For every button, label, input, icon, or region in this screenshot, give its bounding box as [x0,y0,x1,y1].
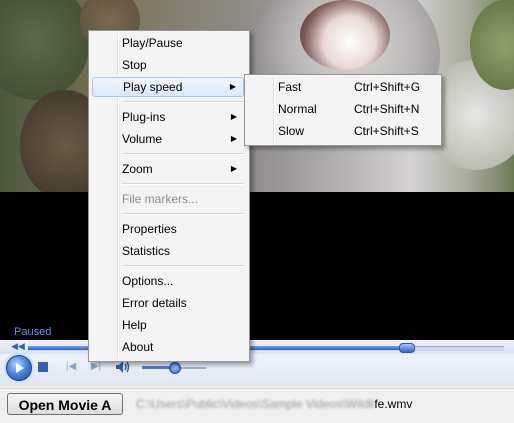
menu-item-shortcut: Ctrl+Shift+G [354,80,421,94]
menu-item-label: Statistics [122,244,171,258]
menu-item-label: Zoom [122,162,153,176]
volume-slider-thumb[interactable] [169,362,181,374]
seek-slider-thumb[interactable] [399,343,415,353]
previous-button[interactable]: |◀ [64,359,78,373]
menu-item-plug-ins[interactable]: Plug-ins ▶ [92,107,244,127]
file-path-label: C:\Users\Public\Videos\Sample Videos\Wil… [136,397,412,411]
menu-item-normal[interactable]: Normal Ctrl+Shift+N [248,99,436,119]
menu-separator [122,213,244,215]
menu-item-label: Play/Pause [122,36,183,50]
play-icon [16,363,24,373]
menu-item-label: Stop [122,58,147,72]
menu-item-label: Error details [122,296,187,310]
menu-item-play-pause[interactable]: Play/Pause [92,33,244,53]
menu-item-label: Normal [278,102,317,116]
seek-start-icon: ◀◀ [11,341,25,351]
menu-item-shortcut: Ctrl+Shift+N [354,102,420,116]
speaker-icon [116,361,130,373]
context-menu: Play/Pause Stop Play speed ▶ Plug-ins ▶ Vo… [88,30,250,362]
menu-item-label: About [122,340,154,354]
submenu-arrow-icon: ▶ [230,134,237,143]
file-path-end: fe.wmv [374,397,413,411]
menu-item-error-details[interactable]: Error details [92,293,244,313]
video-letterbox [0,192,514,340]
play-speed-submenu: Fast Ctrl+Shift+G Normal Ctrl+Shift+N Slow… [244,74,442,146]
menu-item-options[interactable]: Options... [92,271,244,291]
previous-icon: |◀ [65,360,77,372]
next-icon: ▶| [90,360,102,372]
menu-item-label: Fast [278,80,302,94]
menu-item-fast[interactable]: Fast Ctrl+Shift+G [248,77,436,97]
open-movie-button[interactable]: Open Movie A [7,393,123,415]
menu-item-zoom[interactable]: Zoom ▶ [92,159,244,179]
menu-item-statistics[interactable]: Statistics [92,241,244,261]
file-path-blurred: C:\Users\Public\Videos\Sample Videos\Wil… [136,397,375,411]
menu-item-file-markers: File markers... [92,189,244,209]
menu-separator [122,101,244,103]
menu-item-volume[interactable]: Volume ▶ [92,129,244,149]
playback-status: Paused [14,326,52,338]
menu-item-label: Properties [122,222,177,236]
submenu-arrow-icon: ▶ [230,164,237,173]
play-button[interactable] [6,355,32,381]
menu-item-play-speed[interactable]: Play speed ▶ [92,77,244,97]
menu-item-properties[interactable]: Properties [92,219,244,239]
menu-separator [122,265,244,267]
menu-item-label: Help [122,318,147,332]
menu-item-label: File markers... [122,192,199,206]
menu-item-label: Plug-ins [122,110,166,124]
menu-item-label: Volume [122,132,163,146]
submenu-arrow-icon: ▶ [230,112,237,121]
menu-item-slow[interactable]: Slow Ctrl+Shift+S [248,121,436,141]
menu-item-label: Options... [122,274,174,288]
menu-item-label: Play speed [123,80,183,94]
menu-item-help[interactable]: Help [92,315,244,335]
submenu-arrow-icon: ▶ [229,82,236,91]
media-player-window: Paused ◀◀ |◀ ▶| Open Movie A C:\Users\Pu… [0,0,514,423]
stop-button[interactable] [38,362,48,372]
menu-item-label: Slow [278,124,305,138]
menu-item-about[interactable]: About [92,337,244,357]
menu-item-shortcut: Ctrl+Shift+S [354,124,419,138]
menu-separator [122,153,244,155]
menu-separator [122,183,244,185]
menu-item-stop[interactable]: Stop [92,55,244,75]
